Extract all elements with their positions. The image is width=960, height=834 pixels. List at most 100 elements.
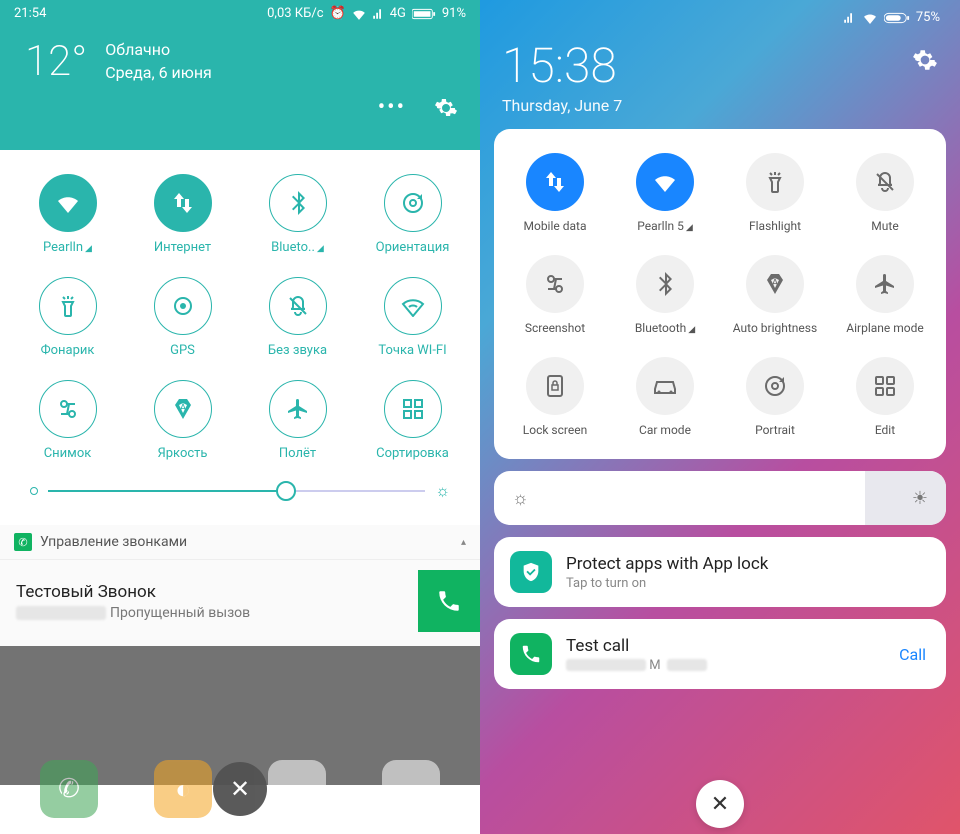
wifi-icon [352,8,366,20]
qs-tile-brightness[interactable]: A Яркость [125,374,240,467]
qs-tile-airplane[interactable]: Полёт [240,374,355,467]
qs-tile-data[interactable]: Mobile data [500,147,610,239]
slider-thumb[interactable] [276,481,296,501]
bluetooth-icon [269,174,327,232]
status-bar: 21:54 0,03 КБ/с ⏰ 4G 91% [0,0,480,27]
qs-tile-brightness[interactable]: AAuto brightness [720,249,830,341]
collapse-icon[interactable]: ▴ [461,537,466,548]
svg-text:A: A [179,403,186,414]
dock-chrome-icon[interactable]: ◉ [382,760,440,818]
airplane-icon [856,255,914,313]
battery-pct: 91% [442,6,466,21]
tile-label: Mobile data [524,219,587,233]
clear-notifications-button[interactable]: ✕ [696,780,744,828]
hotspot-icon [384,277,442,335]
lock-icon [526,357,584,415]
shield-icon [510,551,552,593]
tile-label: Сортировка [376,446,449,461]
dock-play-icon[interactable]: ▶ [268,760,326,818]
battery-icon [884,12,910,24]
qs-tile-gps[interactable]: GPS [125,271,240,364]
tile-label: Полёт [279,446,316,461]
edit-icon [856,357,914,415]
tile-label: Edit [875,423,895,437]
qs-tile-car[interactable]: Car mode [610,351,720,443]
notification-card[interactable]: ✆ Управление звонками ▴ Тестовый Звонок … [0,525,480,646]
notification-title: Protect apps with App lock [566,554,768,574]
flashlight-icon [39,277,97,335]
qs-tile-sort[interactable]: Сортировка [355,374,470,467]
chevron-down-icon: ◢ [686,223,693,233]
notification-subtitle: Пропущенный вызов [16,605,250,621]
qs-tile-mute[interactable]: Без звука [240,271,355,364]
qs-tile-bluetooth[interactable]: Blueto..◢ [240,168,355,261]
mute-icon [856,153,914,211]
settings-icon[interactable] [434,96,458,120]
slider-track[interactable] [48,490,425,492]
tile-label: Яркость [157,446,207,461]
tile-label: Интернет [154,240,211,255]
car-icon [636,357,694,415]
settings-icon[interactable] [912,47,938,73]
flashlight-icon [746,153,804,211]
notification-subtitle: M [566,658,707,673]
brightness-slider[interactable]: ☼ [10,467,470,515]
weather-widget[interactable]: 12° Облачно Среда, 6 июня [0,27,480,86]
notification-subtitle: Tap to turn on [566,576,768,591]
chevron-down-icon: ◢ [85,244,92,254]
wifi-icon [862,12,878,24]
weather-condition: Облачно [105,39,212,61]
qs-tile-flashlight[interactable]: Flashlight [720,147,830,239]
status-speed: 0,03 КБ/с [267,6,323,21]
dock-phone-icon[interactable]: ✆ [40,760,98,818]
qs-tile-screenshot[interactable]: Screenshot [500,249,610,341]
tile-label: Car mode [639,423,691,437]
brightness-low-icon: ☼ [512,488,529,509]
mute-icon [269,277,327,335]
brightness-icon: A [154,380,212,438]
qs-tile-lock[interactable]: Lock screen [500,351,610,443]
status-bar: 75% [494,0,946,29]
call-back-button[interactable] [418,570,480,632]
qs-tile-screenshot[interactable]: Снимок [10,374,125,467]
qs-tile-wifi[interactable]: Pearlln 5◢ [610,147,720,239]
qs-tile-wifi[interactable]: Pearlln◢ [10,168,125,261]
call-action-button[interactable]: Call [889,639,936,670]
qs-tile-flashlight[interactable]: Фонарик [10,271,125,364]
tile-label: Airplane mode [846,321,923,335]
brightness-slider[interactable]: ☼ ☀ [494,471,946,525]
data-icon [526,153,584,211]
qs-tile-rotation[interactable]: Portrait [720,351,830,443]
phone-right: 75% 15:38 Thursday, June 7 Mobile dataPe… [480,0,960,834]
tile-label: Screenshot [525,321,585,335]
alarm-icon: ⏰ [330,6,346,21]
tile-label: Снимок [44,446,92,461]
notification-app-name: Управление звонками [40,534,187,550]
clear-notifications-button[interactable]: ✕ [213,762,267,816]
tile-label: Pearlln 5◢ [637,219,693,233]
quick-settings-panel: Mobile data Pearlln 5◢ Flashlight Mute Scree… [494,129,946,459]
more-icon[interactable]: ••• [378,95,406,120]
qs-tile-data[interactable]: Интернет [125,168,240,261]
wifi-icon [39,174,97,232]
notification-title: Test call [566,636,707,656]
tile-label: GPS [170,343,195,358]
notification-applock[interactable]: Protect apps with App lock Tap to turn o… [494,537,946,607]
qs-tile-bluetooth[interactable]: Bluetooth◢ [610,249,720,341]
qs-tile-mute[interactable]: Mute [830,147,940,239]
qs-tile-airplane[interactable]: Airplane mode [830,249,940,341]
notification-call[interactable]: Test call M Call [494,619,946,689]
qs-tile-edit[interactable]: Edit [830,351,940,443]
qs-tile-hotspot[interactable]: Точка WI-FI [355,271,470,364]
tile-label: Mute [871,219,898,233]
wifi-icon [636,153,694,211]
brightness-max-icon: ☼ [435,481,450,501]
qs-tile-rotation[interactable]: Ориентация [355,168,470,261]
tile-label: Auto brightness [733,321,817,335]
rotation-icon [384,174,442,232]
tile-label: Фонарик [41,343,95,358]
sort-icon [384,380,442,438]
dock-messages-icon[interactable]: ◐ [154,760,212,818]
tile-label: Pearlln◢ [43,240,92,255]
notification-title: Тестовый Звонок [16,582,250,602]
